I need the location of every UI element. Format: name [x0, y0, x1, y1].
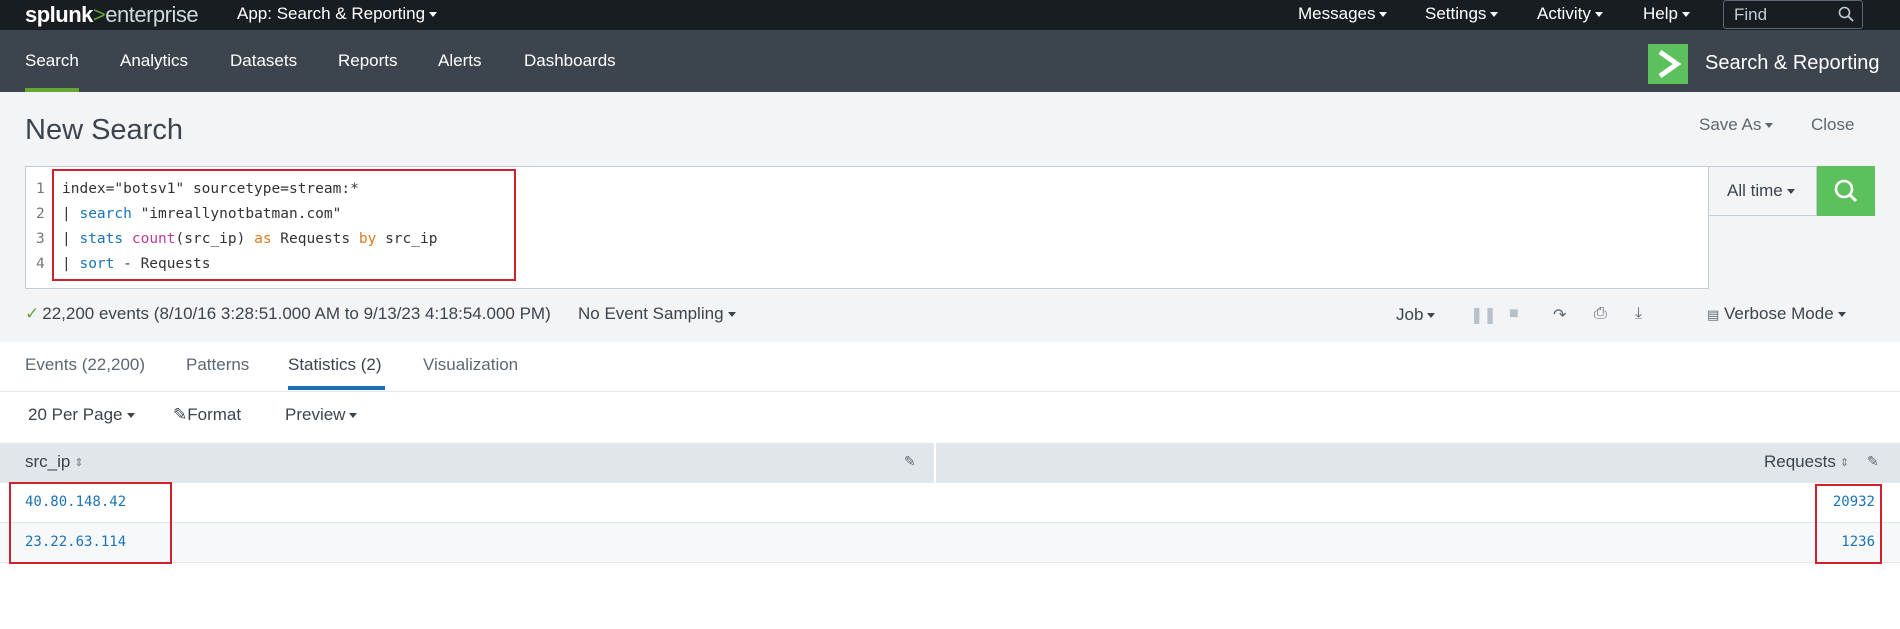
search-icon [1834, 179, 1858, 203]
highlight-box-query [52, 169, 516, 281]
column-label: Requests [1764, 452, 1836, 471]
format-label: Format [187, 405, 242, 424]
app-logo-icon[interactable] [1648, 44, 1688, 84]
time-range-picker[interactable]: All time [1709, 166, 1817, 216]
find-input[interactable]: Find [1723, 0, 1863, 29]
help-label: Help [1643, 4, 1678, 23]
nav-tab-dashboards[interactable]: Dashboards [524, 30, 616, 92]
edit-column-icon[interactable]: ✎ [904, 453, 916, 470]
format-button[interactable]: ✎Format [173, 405, 241, 425]
sort-icon: ⇕ [1839, 457, 1850, 470]
search-icon [1838, 6, 1854, 27]
close-button[interactable]: Close [1811, 115, 1854, 135]
table-header: src_ip ⇕ ✎ Requests ⇕ ✎ [0, 443, 1900, 483]
nav-tab-analytics[interactable]: Analytics [120, 30, 188, 92]
line-number: 4 [36, 256, 45, 272]
events-summary: 22,200 events (8/10/16 3:28:51.000 AM to… [42, 304, 551, 323]
chevron-down-icon [1594, 12, 1603, 18]
settings-menu[interactable]: Settings [1425, 4, 1499, 24]
share-icon[interactable]: ↷ [1553, 305, 1566, 325]
nav-tab-datasets[interactable]: Datasets [230, 30, 297, 92]
preview-label: Preview [285, 405, 346, 424]
mode-icon: ▤ [1707, 307, 1720, 322]
messages-label: Messages [1298, 4, 1376, 23]
time-range-label: All time [1727, 181, 1783, 200]
print-icon[interactable]: ⎙ [1594, 305, 1607, 323]
chevron-down-icon [1681, 12, 1690, 18]
tab-events[interactable]: Events (22,200) [25, 355, 145, 375]
activity-label: Activity [1537, 4, 1591, 23]
result-tabs: Events (22,200) Patterns Statistics (2) … [0, 342, 1900, 392]
event-sampling-dropdown[interactable]: No Event Sampling [578, 304, 736, 324]
job-status: ✓ 22,200 events (8/10/16 3:28:51.000 AM t… [25, 304, 551, 324]
chevron-down-icon [1379, 12, 1388, 18]
help-menu[interactable]: Help [1643, 4, 1690, 24]
app-menu-label: App: Search & Reporting [237, 4, 426, 23]
find-placeholder: Find [1734, 5, 1768, 24]
stop-icon[interactable]: ■ [1509, 305, 1519, 323]
app-name[interactable]: Search & Reporting [1705, 52, 1880, 75]
app-menu[interactable]: App: Search & Reporting [237, 4, 438, 24]
highlight-box-requests [1815, 484, 1882, 564]
column-divider [934, 443, 936, 483]
line-number: 3 [36, 231, 45, 247]
search-mode-label: Verbose Mode [1724, 304, 1834, 323]
table-row: 23.22.63.114 1236 [0, 523, 1900, 563]
run-search-button[interactable] [1817, 166, 1875, 216]
nav-tab-search[interactable]: Search [25, 30, 79, 92]
chevron-down-icon [1837, 312, 1846, 318]
chevron-down-icon [1786, 189, 1795, 195]
tab-patterns[interactable]: Patterns [186, 355, 249, 375]
job-menu[interactable]: Job [1396, 305, 1436, 325]
chevron-down-icon [1490, 12, 1499, 18]
tab-statistics[interactable]: Statistics (2) [288, 355, 382, 375]
active-tab-indicator [288, 386, 385, 390]
chevron-down-icon [727, 312, 736, 318]
table-row: 40.80.148.42 20932 [0, 483, 1900, 523]
logo-enterprise-text: enterprise [105, 2, 199, 27]
logo-gt-text: > [92, 2, 106, 27]
chevron-down-icon [429, 12, 438, 18]
line-number: 1 [36, 181, 45, 197]
sampling-label: No Event Sampling [578, 304, 724, 323]
column-header-src-ip[interactable]: src_ip ⇕ [25, 452, 84, 472]
top-bar: splunk>enterprise App: Search & Reportin… [0, 0, 1900, 30]
save-as-button[interactable]: Save As [1699, 115, 1774, 135]
settings-label: Settings [1425, 4, 1487, 23]
search-mode-dropdown[interactable]: ▤ Verbose Mode [1707, 304, 1846, 324]
highlight-box-src-ip [9, 482, 172, 564]
logo-splunk-text: splunk [25, 2, 93, 27]
sort-icon: ⇕ [74, 457, 84, 470]
preview-dropdown[interactable]: Preview [285, 405, 358, 425]
messages-menu[interactable]: Messages [1298, 4, 1388, 24]
page-title: New Search [25, 114, 183, 146]
chevron-down-icon [126, 413, 135, 419]
chevron-down-icon [1427, 313, 1436, 319]
splunk-logo[interactable]: splunk>enterprise [25, 2, 199, 28]
chevron-down-icon [1765, 123, 1774, 129]
tab-visualization[interactable]: Visualization [423, 355, 518, 375]
pause-icon[interactable]: ❚❚ [1470, 305, 1497, 325]
chevron-down-icon [349, 413, 358, 419]
per-page-dropdown[interactable]: 20 Per Page [28, 405, 135, 425]
column-header-requests[interactable]: Requests ⇕ [1764, 452, 1849, 472]
line-number: 2 [36, 206, 45, 222]
checkmark-icon: ✓ [25, 304, 40, 323]
job-label: Job [1396, 305, 1424, 324]
activity-menu[interactable]: Activity [1537, 4, 1603, 24]
save-as-label: Save As [1699, 115, 1762, 134]
edit-column-icon[interactable]: ✎ [1867, 453, 1879, 470]
nav-tab-reports[interactable]: Reports [338, 30, 398, 92]
export-icon[interactable]: ⤓ [1635, 305, 1642, 323]
pencil-icon: ✎ [173, 405, 188, 424]
column-label: src_ip [25, 452, 71, 471]
per-page-label: 20 Per Page [28, 405, 123, 424]
nav-tab-alerts[interactable]: Alerts [438, 30, 481, 92]
app-nav-bar: Search Analytics Datasets Reports Alerts… [0, 30, 1900, 92]
